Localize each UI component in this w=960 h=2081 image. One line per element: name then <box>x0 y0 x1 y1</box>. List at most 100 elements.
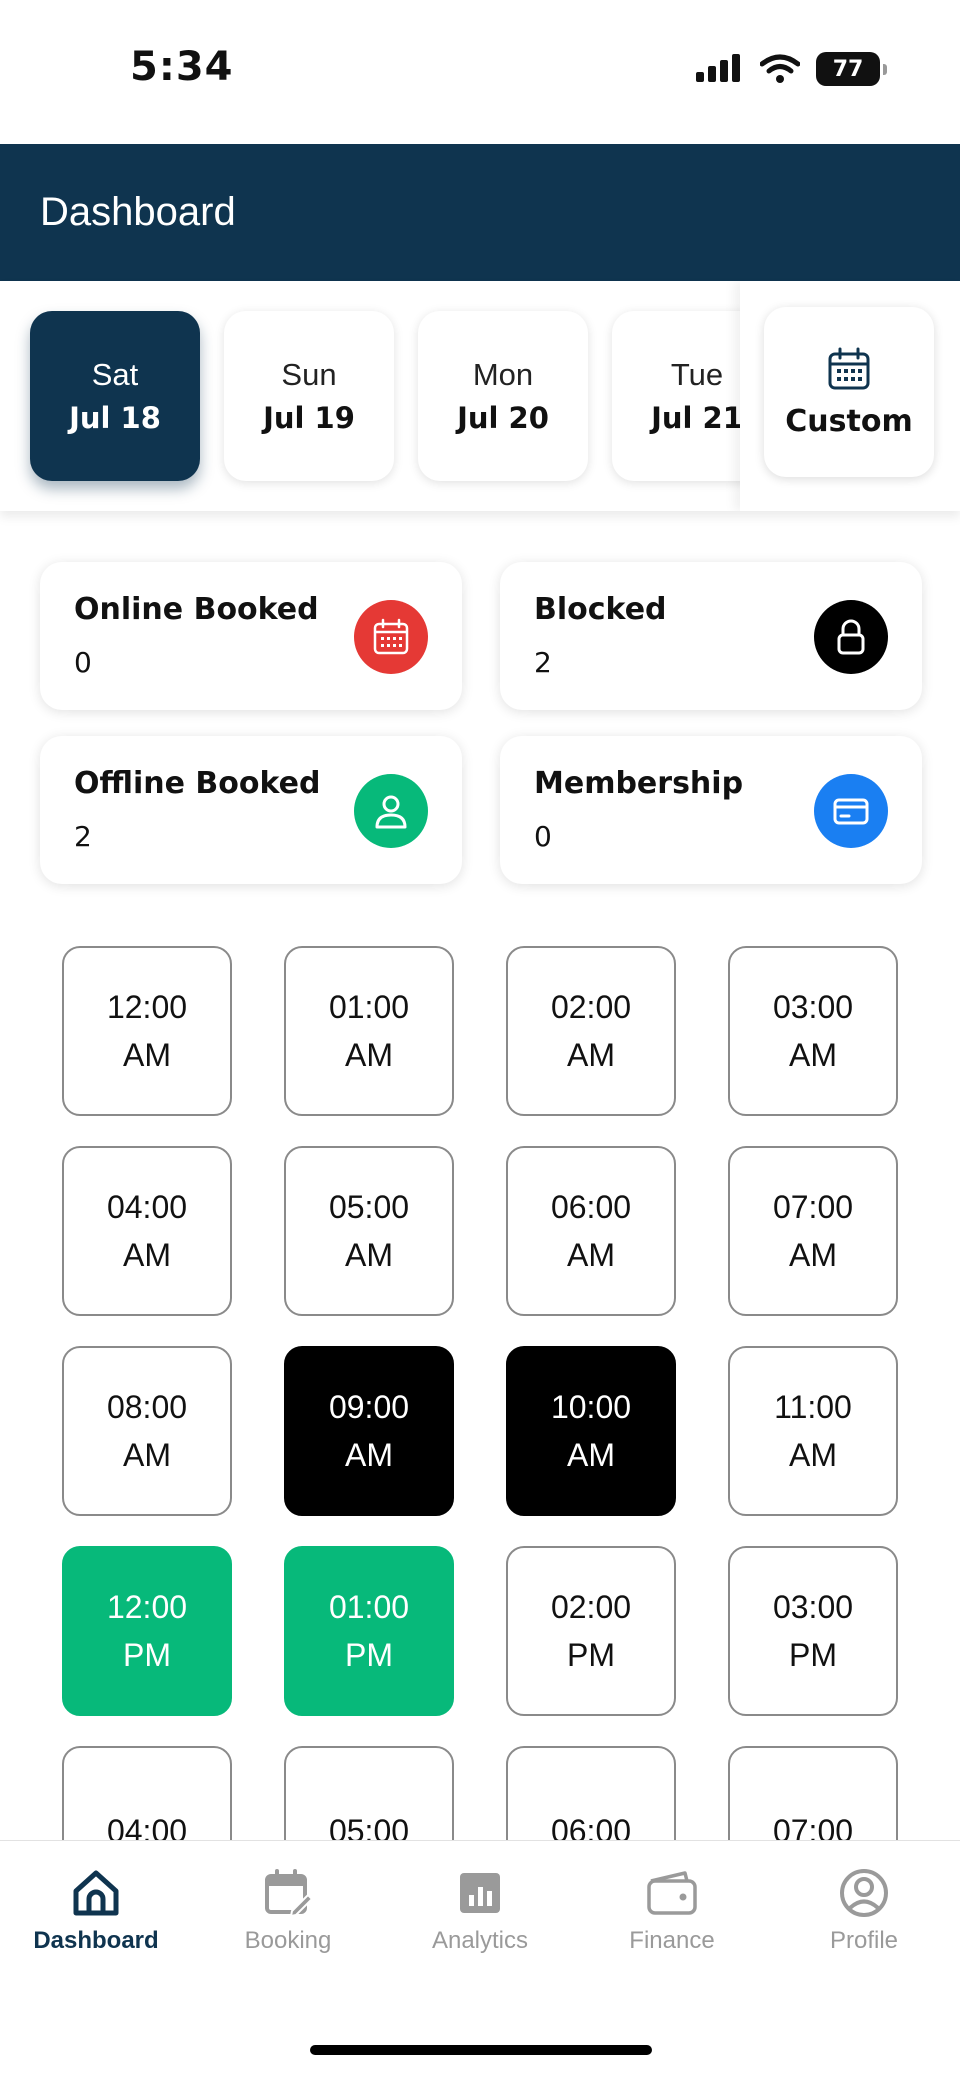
status-icons: 77 <box>696 52 887 86</box>
custom-date-label: Custom <box>785 403 913 439</box>
nav-item-dashboard[interactable]: Dashboard <box>0 1867 192 1955</box>
slot-period: AM <box>789 1237 837 1273</box>
slot-time: 08:00 <box>106 1389 188 1425</box>
card-icon <box>814 774 888 848</box>
stat-value: 2 <box>74 820 92 853</box>
time-slot[interactable]: 01:00 AM <box>284 946 454 1116</box>
custom-date-panel: Custom <box>740 281 960 511</box>
date-selector: Sat Jul 18 Sun Jul 19 Mon Jul 20 Tue Jul… <box>0 281 960 511</box>
status-time: 5:34 <box>130 44 234 90</box>
slot-period: AM <box>345 1237 393 1273</box>
slot-period: AM <box>789 1437 837 1473</box>
slot-time: 10:00 <box>550 1389 632 1425</box>
slot-time: 11:00 <box>774 1389 852 1425</box>
battery-indicator: 77 <box>816 52 887 86</box>
slot-period: AM <box>567 1437 615 1473</box>
time-slot[interactable]: 12:00 AM <box>62 946 232 1116</box>
slot-period: AM <box>123 1237 171 1273</box>
custom-date-button[interactable]: Custom <box>764 307 934 477</box>
stat-card-blocked[interactable]: Blocked 2 <box>500 562 922 710</box>
time-slot-blocked[interactable]: 09:00 AM <box>284 1346 454 1516</box>
nav-item-profile[interactable]: Profile <box>768 1867 960 1955</box>
slot-time: 04:00 <box>106 1189 188 1225</box>
calendar-edit-icon <box>265 1869 314 1918</box>
time-slot[interactable]: 03:00 AM <box>728 946 898 1116</box>
slot-time: 02:00 <box>550 1589 632 1625</box>
slot-time: 05:00 <box>328 1189 410 1225</box>
slot-time: 12:00 <box>106 1589 188 1625</box>
time-slot[interactable]: 07:00 AM <box>728 1146 898 1316</box>
slot-time: 12:00 <box>106 989 188 1025</box>
time-slot[interactable]: 04:00 AM <box>62 1146 232 1316</box>
stat-value: 0 <box>74 646 92 679</box>
wifi-icon <box>760 54 800 83</box>
time-slot[interactable]: 03:00 PM <box>728 1546 898 1716</box>
stat-card-offline-booked[interactable]: Offline Booked 2 <box>40 736 462 884</box>
slot-period: AM <box>567 1237 615 1273</box>
date-chip-date: Jul 18 <box>69 401 161 435</box>
slot-period: AM <box>345 1437 393 1473</box>
stat-label: Online Booked <box>74 592 319 627</box>
slot-time: 07:00 <box>772 1189 854 1225</box>
page-title: Dashboard <box>40 190 236 234</box>
calendar-icon <box>354 600 428 674</box>
status-bar: 5:34 77 <box>0 0 960 144</box>
stat-card-online-booked[interactable]: Online Booked 0 <box>40 562 462 710</box>
calendar-icon <box>828 347 870 389</box>
app-header: Dashboard <box>0 144 960 281</box>
wallet-icon <box>647 1871 697 1915</box>
slot-period: AM <box>789 1037 837 1073</box>
time-slot-grid: 12:00 AM 01:00 AM 02:00 AM 03:00 AM 04:00 AM … <box>62 946 898 1916</box>
lock-icon <box>814 600 888 674</box>
stat-label: Membership <box>534 766 744 801</box>
time-slot[interactable]: 08:00 AM <box>62 1346 232 1516</box>
nav-item-analytics[interactable]: Analytics <box>384 1867 576 1955</box>
slot-time: 01:00 <box>328 989 410 1025</box>
signal-icon <box>696 54 740 82</box>
date-chip-date: Jul 21 <box>651 401 743 435</box>
nav-label: Analytics <box>431 1927 529 1954</box>
date-chip-day: Mon <box>472 357 534 392</box>
stat-label: Blocked <box>534 592 667 627</box>
nav-item-booking[interactable]: Booking <box>192 1867 384 1955</box>
time-slot[interactable]: 11:00 AM <box>728 1346 898 1516</box>
date-chip-day: Sat <box>91 357 139 392</box>
slot-period: PM <box>567 1637 615 1673</box>
stat-value: 0 <box>534 820 552 853</box>
date-chip-day: Tue <box>670 357 724 392</box>
slot-period: AM <box>345 1037 393 1073</box>
date-chip-day: Sun <box>281 357 337 392</box>
stats-grid: Online Booked 0 Blocked 2 Offline Booked… <box>40 562 922 884</box>
analytics-icon <box>460 1873 500 1913</box>
profile-icon <box>840 1869 888 1917</box>
time-slot[interactable]: 06:00 AM <box>506 1146 676 1316</box>
slot-time: 03:00 <box>772 989 854 1025</box>
slot-time: 02:00 <box>550 989 632 1025</box>
slot-time: 03:00 <box>772 1589 854 1625</box>
slot-period: AM <box>123 1037 171 1073</box>
time-slot-offline-booked[interactable]: 01:00 PM <box>284 1546 454 1716</box>
date-chip-mon[interactable]: Mon Jul 20 <box>418 311 588 481</box>
nav-label: Dashboard <box>33 1927 159 1954</box>
nav-item-finance[interactable]: Finance <box>576 1867 768 1955</box>
nav-label: Profile <box>829 1927 899 1954</box>
battery-level: 77 <box>832 56 864 82</box>
time-slot[interactable]: 02:00 AM <box>506 946 676 1116</box>
slot-time: 09:00 <box>328 1389 410 1425</box>
time-slot-offline-booked[interactable]: 12:00 PM <box>62 1546 232 1716</box>
home-icon <box>73 1870 119 1916</box>
nav-label: Booking <box>244 1927 332 1954</box>
date-chip-sat[interactable]: Sat Jul 18 <box>30 311 200 481</box>
stat-card-membership[interactable]: Membership 0 <box>500 736 922 884</box>
time-slot[interactable]: 02:00 PM <box>506 1546 676 1716</box>
slot-period: PM <box>345 1637 393 1673</box>
slot-period: PM <box>123 1637 171 1673</box>
nav-label: Finance <box>629 1927 715 1954</box>
time-slot-blocked[interactable]: 10:00 AM <box>506 1346 676 1516</box>
stat-label: Offline Booked <box>74 766 321 801</box>
date-chip-sun[interactable]: Sun Jul 19 <box>224 311 394 481</box>
date-scroll[interactable]: Sat Jul 18 Sun Jul 19 Mon Jul 20 Tue Jul… <box>30 311 782 481</box>
date-chip-date: Jul 20 <box>457 401 549 435</box>
slot-time: 06:00 <box>550 1189 632 1225</box>
time-slot[interactable]: 05:00 AM <box>284 1146 454 1316</box>
